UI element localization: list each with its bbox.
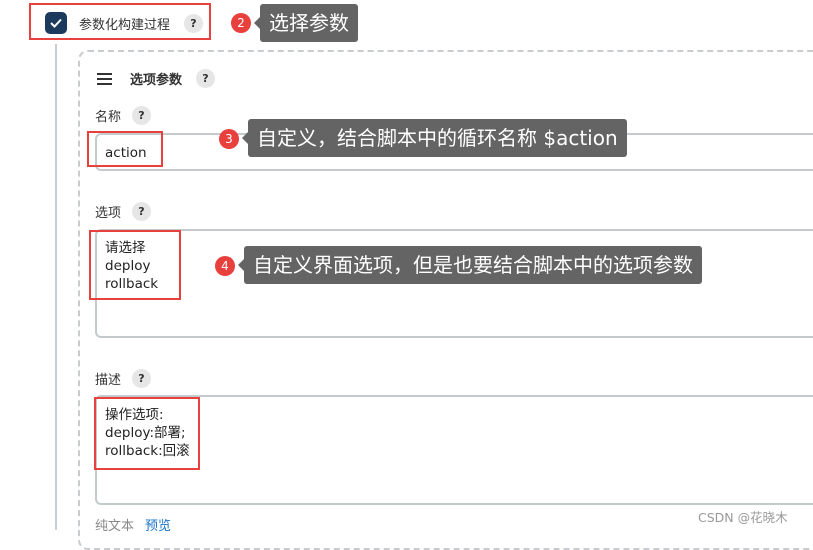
- name-label: 名称: [95, 110, 122, 125]
- watermark: CSDN @花晓木: [698, 510, 788, 525]
- annotation-tooltip-2: 选择参数: [254, 4, 358, 42]
- parameterized-checkbox[interactable]: [45, 12, 67, 34]
- plain-text-label: 纯文本: [95, 519, 135, 534]
- description-help-icon[interactable]: ?: [132, 369, 151, 388]
- section-indent-line: [55, 44, 57, 530]
- annotation-badge-3: 3: [219, 129, 239, 149]
- annotation-badge-2: 2: [231, 13, 251, 33]
- check-icon: [50, 18, 62, 28]
- highlight-box-name: [87, 131, 163, 167]
- section-title: 选项参数: [130, 73, 183, 88]
- annotation-badge-4: 4: [215, 256, 235, 276]
- choices-label: 选项: [95, 206, 122, 221]
- parameterized-help-icon[interactable]: ?: [184, 14, 203, 33]
- description-textarea[interactable]: [95, 395, 813, 505]
- drag-handle-icon[interactable]: [97, 73, 112, 88]
- preview-link[interactable]: 预览: [145, 515, 171, 534]
- description-label: 描述: [95, 373, 122, 388]
- annotation-tooltip-4: 自定义界面选项，但是也要结合脚本中的选项参数: [238, 246, 702, 284]
- highlight-box-choices: [89, 230, 181, 300]
- choices-help-icon[interactable]: ?: [132, 202, 151, 221]
- highlight-box-description: [94, 397, 200, 470]
- parameterized-label: 参数化构建过程: [79, 18, 171, 33]
- section-help-icon[interactable]: ?: [196, 69, 215, 88]
- name-help-icon[interactable]: ?: [132, 106, 151, 125]
- annotation-tooltip-3: 自定义，结合脚本中的循环名称 $action: [242, 119, 627, 157]
